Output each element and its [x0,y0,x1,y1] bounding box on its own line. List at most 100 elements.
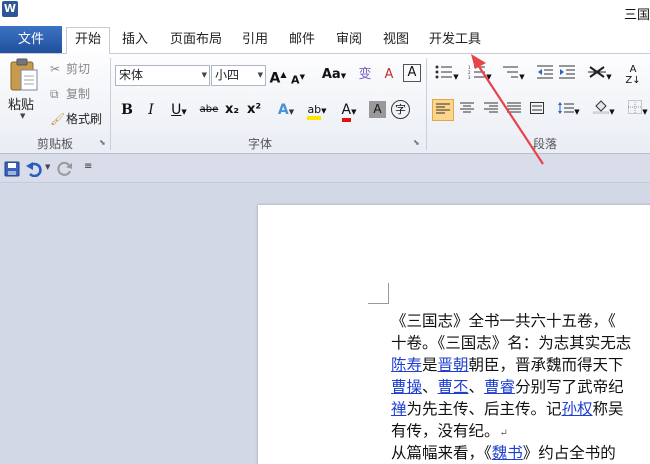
decrease-indent-button[interactable] [535,64,555,86]
quick-access-toolbar: ▼ ≡ [0,155,650,183]
chevron-down-icon: ▼ [201,71,207,79]
tab-insert[interactable]: 插入 [116,28,154,54]
align-right-button[interactable] [480,99,502,121]
sort-button[interactable]: A Z↓ [624,64,642,86]
highlight-button[interactable]: ab▼ [303,99,331,121]
doc-paragraph-line[interactable]: 从篇幅来看，《魏书》约占全书的 [391,442,616,464]
subscript-button[interactable]: x₂ [222,99,242,121]
line-spacing-button[interactable]: ▼ [555,99,583,121]
ribbon-home: 粘贴 ▼ ✂ 剪切 ⧉ 复制 🖌格式刷 剪贴板 ⬊ 宋体 ▼ 小四 ▼ A▲ A▼ Aa… [0,54,650,154]
char-shading-button[interactable]: A [369,101,386,118]
multilevel-list-button[interactable]: ▼ [498,64,528,86]
paragraph-group-label: 段落 [532,137,557,151]
justify-icon [507,102,521,113]
increase-indent-button[interactable] [557,64,577,86]
font-launcher-icon[interactable]: ⬊ [413,138,420,147]
clipboard-paste-icon[interactable] [9,58,39,92]
redo-icon[interactable] [57,161,73,177]
align-center-icon [460,102,474,113]
align-left-button[interactable] [432,99,454,121]
ribbon-tab-row: 文件 开始 插入 页面布局 引用 邮件 审阅 视图 开发工具 [0,24,650,55]
link-sun-quan[interactable]: 孙权 [562,400,593,418]
italic-button[interactable]: I [142,99,160,121]
enclose-char-button[interactable]: 字 [391,100,410,119]
tab-references[interactable]: 引用 [237,28,273,54]
strikethrough-button[interactable]: abe [197,99,221,121]
format-painter-button[interactable]: 🖌格式刷 [50,109,102,129]
shading-button[interactable]: ▼ [590,99,618,121]
link-wei-shu[interactable]: 魏书 [492,444,523,462]
clear-format-button[interactable]: A [379,64,399,86]
text-effect-button[interactable]: A▼ [272,99,300,121]
copy-icon: ⧉ [50,87,59,101]
tab-file[interactable]: 文件 [0,26,62,53]
link-cao-pi[interactable]: 曹丕 [438,378,469,396]
tab-view[interactable]: 视图 [378,28,414,54]
customize-toolbar-icon[interactable]: ≡ [84,161,92,172]
link-jin-dynasty[interactable]: 晋朝 [438,356,469,374]
distributed-button[interactable] [526,99,548,121]
indent-icon [559,65,575,79]
group-separator [110,58,111,150]
link-cao-rui[interactable]: 曹睿 [484,378,515,396]
doc-paragraph-line[interactable]: 十卷。《三国志》名：为志其实无志 [391,332,631,354]
borders-button[interactable]: ▼ [627,99,649,121]
change-case-button[interactable]: Aa▼ [320,64,348,86]
align-center-button[interactable] [456,99,478,121]
word-app-icon[interactable]: W [2,1,18,17]
scissors-icon: ✂ [50,62,61,76]
link-cao-cao[interactable]: 曹操 [391,378,422,396]
doc-paragraph-line[interactable]: 禅为先主传、后主传。记孙权称吴 [391,398,624,420]
paint-bucket-icon [593,100,610,115]
tab-review[interactable]: 审阅 [331,28,367,54]
font-name-combo[interactable]: 宋体 ▼ [115,65,210,86]
grow-font-button[interactable]: A▲ [269,64,287,87]
doc-paragraph-line[interactable]: 陈寿是晋朝朝臣，晋承魏而得天下 [391,354,624,376]
link-chen-shou[interactable]: 陈寿 [391,356,422,374]
align-right-icon [484,102,498,113]
outdent-icon [537,65,553,79]
paragraph-mark-icon: ↵ [499,428,508,439]
tab-mailings[interactable]: 邮件 [284,28,320,54]
svg-text:3: 3 [468,75,471,79]
border-grid-icon [628,100,643,114]
tab-page-layout[interactable]: 页面布局 [165,28,227,54]
phonetic-guide-button[interactable]: 变 [355,64,375,86]
numbering-button[interactable]: 1 2 3 ▼ [465,64,495,86]
window-title: 三国 [623,8,650,23]
margin-corner-mark [368,283,389,304]
font-size-combo[interactable]: 小四 ▼ [211,65,266,86]
shrink-font-button[interactable]: A▼ [290,66,306,88]
doc-paragraph-line[interactable]: 曹操、曹丕、曹睿分别写了武帝纪 [391,376,624,398]
justify-button[interactable] [503,99,525,121]
superscript-button[interactable]: x² [244,99,264,121]
tab-home[interactable]: 开始 [66,27,110,55]
distributed-icon [530,102,544,114]
doc-paragraph-line[interactable]: 有传，没有纪。↵ [391,420,508,442]
font-color-button[interactable]: A▼ [336,99,362,122]
numbered-list-icon: 123 [468,65,486,80]
undo-dropdown-icon[interactable]: ▼ [45,163,50,171]
save-icon[interactable] [4,161,20,177]
brush-icon: 🖌 [50,112,66,126]
link-liu-chan[interactable]: 禅 [391,400,407,418]
underline-button[interactable]: U▼ [165,99,193,121]
clipboard-launcher-icon[interactable]: ⬊ [99,138,106,147]
title-bar: W 三国 [0,0,650,24]
multilevel-list-icon [503,66,519,78]
line-spacing-icon [558,102,575,114]
copy-button[interactable]: ⧉ 复制 [50,84,90,104]
align-left-icon [436,103,450,114]
undo-icon[interactable] [26,161,42,177]
doc-paragraph-line[interactable]: 《三国志》全书一共六十五卷，《 [391,310,616,332]
sort-icon: A Z↓ [625,64,641,86]
bullets-button[interactable]: ▼ [432,64,462,86]
char-border-button[interactable]: A [403,64,421,82]
paste-button[interactable]: 粘贴 [8,94,34,113]
paste-dropdown-icon[interactable]: ▼ [20,112,25,120]
tab-developer[interactable]: 开发工具 [424,28,486,54]
clipboard-group-label: 剪贴板 [36,137,73,151]
bold-button[interactable]: B [118,99,136,121]
chinese-layout-button[interactable]: ▼ [586,64,614,86]
cut-button[interactable]: ✂ 剪切 [50,59,90,79]
